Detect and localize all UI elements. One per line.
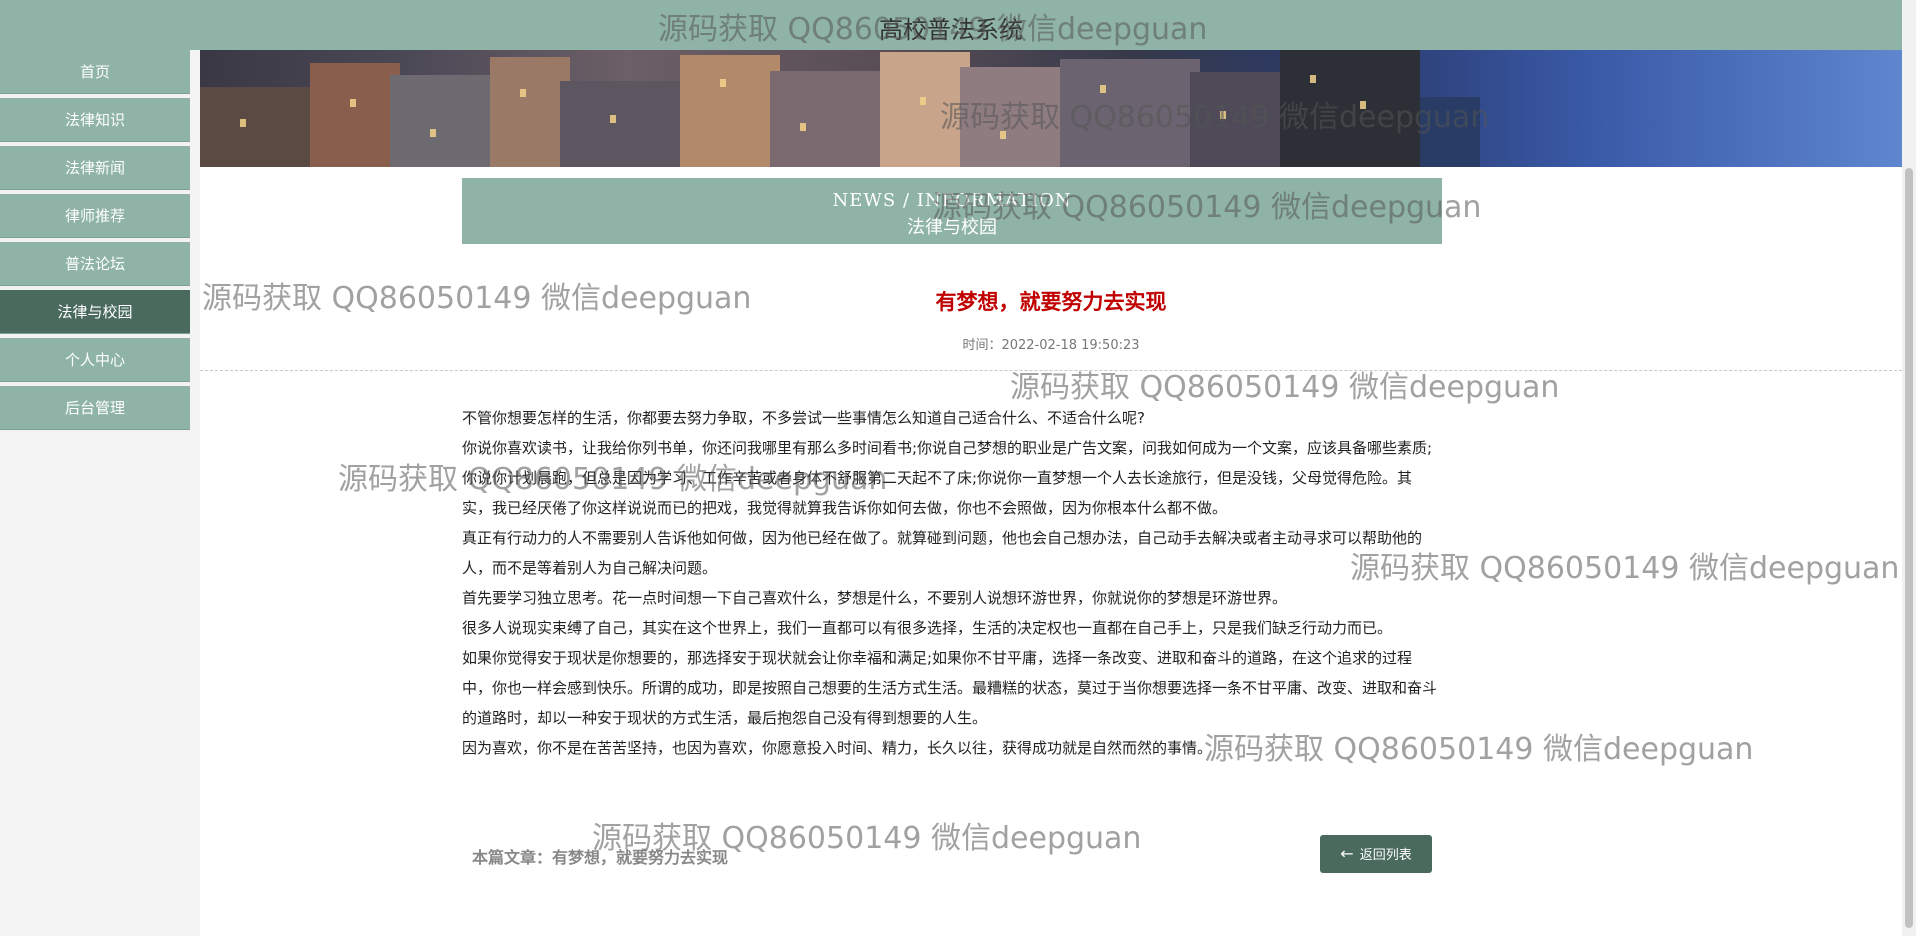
sidebar-item-law-and-campus[interactable]: 法律与校园: [0, 290, 190, 334]
sidebar-item-admin[interactable]: 后台管理: [0, 386, 190, 430]
sidebar-item-home[interactable]: 首页: [0, 50, 190, 94]
sidebar-item-personal-center[interactable]: 个人中心: [0, 338, 190, 382]
back-to-list-button[interactable]: ← 返回列表: [1320, 835, 1432, 873]
article-paragraph: 首先要学习独立思考。花一点时间想一下自己喜欢什么，梦想是什么，不要别人说想环游世…: [462, 589, 1288, 607]
sidebar-nav: 首页 法律知识 法律新闻 律师推荐 普法论坛 法律与校园 个人中心 后台管理: [0, 50, 192, 434]
article-paragraph: 你说你喜欢读书，让我给你列书单，你还问我哪里有那么多时间看书;你说自己梦想的职业…: [462, 439, 1433, 517]
scrollbar-thumb[interactable]: [1905, 168, 1913, 928]
sidebar-item-lawyer-recommend[interactable]: 律师推荐: [0, 194, 190, 238]
article-paragraph: 很多人说现实束缚了自己，其实在这个世界上，我们一直都可以有很多选择，生活的决定权…: [462, 619, 1393, 637]
banner-image: [200, 50, 1902, 167]
section-en-label: NEWS / INFORMATION: [832, 190, 1072, 211]
article-paragraph: 如果你觉得安于现状是你想要的，那选择安于现状就会让你幸福和满足;如果你不甘平庸，…: [462, 649, 1438, 727]
article-paragraph: 不管你想要怎样的生活，你都要去努力争取，不多尝试一些事情怎么知道自己适合什么、不…: [462, 409, 1145, 427]
article-body: 不管你想要怎样的生活，你都要去努力争取，不多尝试一些事情怎么知道自己适合什么、不…: [462, 403, 1442, 763]
divider: [200, 370, 1902, 371]
top-header: 高校普法系统: [0, 0, 1902, 50]
sidebar-item-forum[interactable]: 普法论坛: [0, 242, 190, 286]
article-paragraph: 因为喜欢，你不是在苦苦坚持，也因为喜欢，你愿意投入时间、精力，长久以往，获得成功…: [462, 739, 1213, 757]
section-header: NEWS / INFORMATION 法律与校园: [462, 178, 1442, 244]
article-footer-reference: 本篇文章：有梦想，就要努力去实现: [472, 848, 729, 867]
arrow-left-icon: ←: [1340, 844, 1354, 863]
sidebar-item-legal-knowledge[interactable]: 法律知识: [0, 98, 190, 142]
back-to-list-label: 返回列表: [1359, 848, 1412, 863]
article-paragraph: 真正有行动力的人不需要别人告诉他如何做，因为他已经在做了。就算碰到问题，他也会自…: [462, 529, 1423, 577]
article-time: 时间：2022-02-18 19:50:23: [962, 338, 1140, 353]
article-title: 有梦想，就要努力去实现: [935, 290, 1167, 314]
sidebar-item-legal-news[interactable]: 法律新闻: [0, 146, 190, 190]
app-title: 高校普法系统: [879, 16, 1023, 44]
main-content: NEWS / INFORMATION 法律与校园 有梦想，就要努力去实现 时间：…: [200, 50, 1902, 936]
section-cn-label: 法律与校园: [907, 217, 997, 238]
page-scrollbar[interactable]: [1902, 0, 1916, 936]
